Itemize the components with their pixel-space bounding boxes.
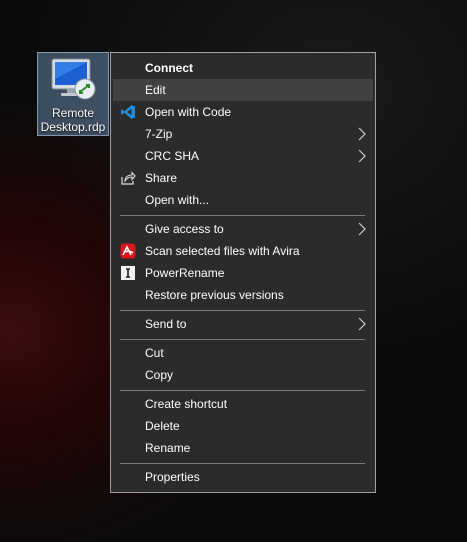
menu-separator xyxy=(120,463,365,464)
vscode-icon xyxy=(121,105,135,119)
menu-separator xyxy=(120,310,365,311)
chevron-right-icon xyxy=(358,149,366,163)
menu-item-rename[interactable]: Rename xyxy=(113,437,373,459)
menu-item-edit-label: Edit xyxy=(145,83,166,97)
chevron-right-icon xyxy=(358,317,366,331)
menu-item-open-with-code-label: Open with Code xyxy=(145,105,232,119)
menu-item-send-to[interactable]: Send to xyxy=(113,313,373,335)
menu-item-open-with[interactable]: Open with... xyxy=(113,189,373,211)
remote-desktop-icon xyxy=(51,58,96,100)
menu-item-7zip-label: 7-Zip xyxy=(145,127,173,141)
powerrename-icon xyxy=(121,266,135,280)
menu-item-open-with-code[interactable]: Open with Code xyxy=(113,101,373,123)
menu-item-properties-label: Properties xyxy=(145,470,200,484)
menu-item-connect[interactable]: Connect xyxy=(113,57,373,79)
menu-item-properties[interactable]: Properties xyxy=(113,466,373,488)
menu-separator xyxy=(120,215,365,216)
menu-item-rename-label: Rename xyxy=(145,441,191,455)
menu-item-scan-avira[interactable]: Scan selected files with Avira xyxy=(113,240,373,262)
menu-item-give-access-to[interactable]: Give access to xyxy=(113,218,373,240)
avira-icon xyxy=(120,243,136,259)
menu-item-edit[interactable]: Edit xyxy=(113,79,373,101)
menu-item-delete[interactable]: Delete xyxy=(113,415,373,437)
menu-item-create-shortcut[interactable]: Create shortcut xyxy=(113,393,373,415)
menu-item-crc-sha[interactable]: CRC SHA xyxy=(113,145,373,167)
menu-separator xyxy=(120,390,365,391)
desktop-icon-remote-desktop[interactable]: Remote Desktop.rdp xyxy=(37,52,109,136)
chevron-right-icon xyxy=(358,127,366,141)
menu-item-copy[interactable]: Copy xyxy=(113,364,373,386)
desktop-icon-label-line2: Desktop.rdp xyxy=(40,120,106,134)
menu-item-give-access-to-label: Give access to xyxy=(145,222,224,236)
menu-item-create-shortcut-label: Create shortcut xyxy=(145,397,228,411)
menu-item-crc-sha-label: CRC SHA xyxy=(145,149,200,163)
menu-item-send-to-label: Send to xyxy=(145,317,187,331)
chevron-right-icon xyxy=(358,222,366,236)
menu-item-restore-previous-versions-label: Restore previous versions xyxy=(145,288,284,302)
menu-item-open-with-label: Open with... xyxy=(145,193,210,207)
desktop-icon-label-line1: Remote xyxy=(51,106,95,120)
menu-item-delete-label: Delete xyxy=(145,419,180,433)
menu-item-connect-label: Connect xyxy=(145,61,193,75)
desktop-icon-label: Remote Desktop.rdp xyxy=(38,106,108,134)
context-menu: Connect Edit Open with Code 7-Zip CRC SH… xyxy=(110,52,376,493)
menu-item-powerrename[interactable]: PowerRename xyxy=(113,262,373,284)
menu-separator xyxy=(120,339,365,340)
menu-item-scan-avira-label: Scan selected files with Avira xyxy=(145,244,300,258)
menu-item-cut[interactable]: Cut xyxy=(113,342,373,364)
menu-item-7zip[interactable]: 7-Zip xyxy=(113,123,373,145)
menu-item-share[interactable]: Share xyxy=(113,167,373,189)
menu-item-powerrename-label: PowerRename xyxy=(145,266,225,280)
menu-item-share-label: Share xyxy=(145,171,178,185)
menu-item-restore-previous-versions[interactable]: Restore previous versions xyxy=(113,284,373,306)
menu-item-copy-label: Copy xyxy=(145,368,174,382)
menu-item-cut-label: Cut xyxy=(145,346,164,360)
share-icon xyxy=(121,171,136,185)
